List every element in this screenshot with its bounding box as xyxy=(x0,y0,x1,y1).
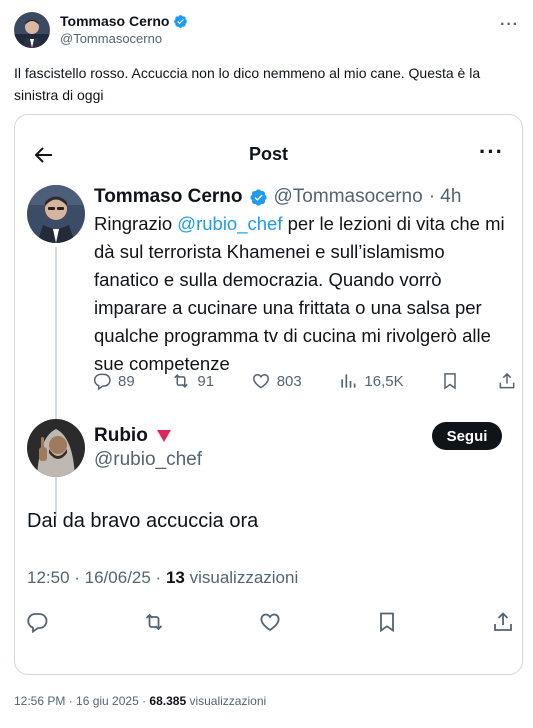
tweet-meta: 12:56 PM · 16 giu 2025 · 68.385 visualiz… xyxy=(14,694,266,708)
reply-author-name-row: Rubio xyxy=(94,425,172,447)
author-avatar[interactable] xyxy=(14,12,50,48)
tweet-author-row: Tommaso Cerno @Tommasocerno ··· xyxy=(14,12,519,48)
share-button[interactable] xyxy=(497,371,517,391)
repost-icon xyxy=(174,374,189,388)
like-count: 803 xyxy=(276,372,302,390)
reply-action-bar xyxy=(25,609,515,635)
bookmark-icon[interactable] xyxy=(375,610,399,634)
mention-link[interactable]: @rubio_chef xyxy=(177,213,282,234)
like-icon[interactable] xyxy=(258,610,282,634)
reply-time[interactable]: 12:50 · 16/06/25 · xyxy=(27,568,166,587)
reply-author-avatar[interactable] xyxy=(27,419,85,477)
quoted-text: Ringrazio @rubio_chef per le lezioni di … xyxy=(94,210,514,378)
more-icon[interactable]: ··· xyxy=(500,16,519,34)
repost-icon[interactable] xyxy=(142,610,166,634)
verified-badge-icon xyxy=(249,188,268,207)
red-triangle-icon xyxy=(156,430,171,442)
quoted-author-handle[interactable]: @Tommasocerno xyxy=(274,185,423,209)
tweet-views-count: 68.385 xyxy=(149,694,187,708)
like-icon xyxy=(252,373,269,389)
more-icon[interactable]: ··· xyxy=(479,139,504,165)
reply-meta: 12:50 · 16/06/25 · 13 visualizzazioni xyxy=(27,568,298,588)
follow-button[interactable]: Segui xyxy=(432,422,502,450)
post-header: Post ··· xyxy=(15,137,522,173)
repost-button[interactable]: 91 xyxy=(171,371,214,391)
bookmark-icon xyxy=(444,373,457,390)
tweet-time[interactable]: 12:56 PM · 16 giu 2025 · xyxy=(14,694,149,708)
share-icon xyxy=(499,372,515,389)
reply-views-label: visualizzazioni xyxy=(184,568,299,587)
author-name-text[interactable]: Tommaso Cerno xyxy=(60,13,169,30)
post-header-title: Post xyxy=(248,144,288,164)
tweet-text: Il fascistello rosso. Accuccia non lo di… xyxy=(14,65,481,103)
quoted-text-end: per le lezioni di vita che mi dà sul ter… xyxy=(94,213,505,374)
repost-count: 91 xyxy=(197,372,215,390)
bookmark-button[interactable] xyxy=(440,371,460,391)
quoted-age: · 4h xyxy=(428,186,462,207)
reply-icon xyxy=(93,373,111,391)
share-icon[interactable] xyxy=(491,610,515,634)
quoted-header: Tommaso Cerno @Tommasocerno · 4h xyxy=(94,185,461,209)
views-icon xyxy=(341,374,356,388)
quoted-author-avatar[interactable] xyxy=(27,185,85,243)
reply-button[interactable]: 89 xyxy=(92,371,135,391)
reply-author-handle[interactable]: @rubio_chef xyxy=(94,449,202,471)
verified-badge-icon xyxy=(173,14,188,29)
reply-count: 89 xyxy=(118,372,135,390)
views-count: 16,5K xyxy=(364,372,404,390)
reply-author-name[interactable]: Rubio xyxy=(94,425,148,447)
views-button[interactable]: 16,5K xyxy=(338,371,404,391)
author-handle[interactable]: @Tommasocerno xyxy=(60,30,188,47)
author-name[interactable]: Tommaso Cerno xyxy=(60,13,188,30)
quoted-text-start: Ringrazio xyxy=(94,213,178,234)
tweet-views-label: visualizzazioni xyxy=(186,694,267,708)
reply-views-count: 13 xyxy=(165,568,185,587)
quoted-action-bar: 89 91 803 16,5K xyxy=(92,369,517,393)
quoted-author-name[interactable]: Tommaso Cerno xyxy=(94,185,243,209)
embedded-screenshot[interactable]: Post ··· Tommaso Cerno @Tommasocerno · 4… xyxy=(14,114,523,675)
like-button[interactable]: 803 xyxy=(251,371,302,391)
reply-icon[interactable] xyxy=(25,610,49,634)
reply-text: Dai da bravo accuccia ora xyxy=(27,510,259,532)
author-names: Tommaso Cerno @Tommasocerno xyxy=(60,13,188,47)
